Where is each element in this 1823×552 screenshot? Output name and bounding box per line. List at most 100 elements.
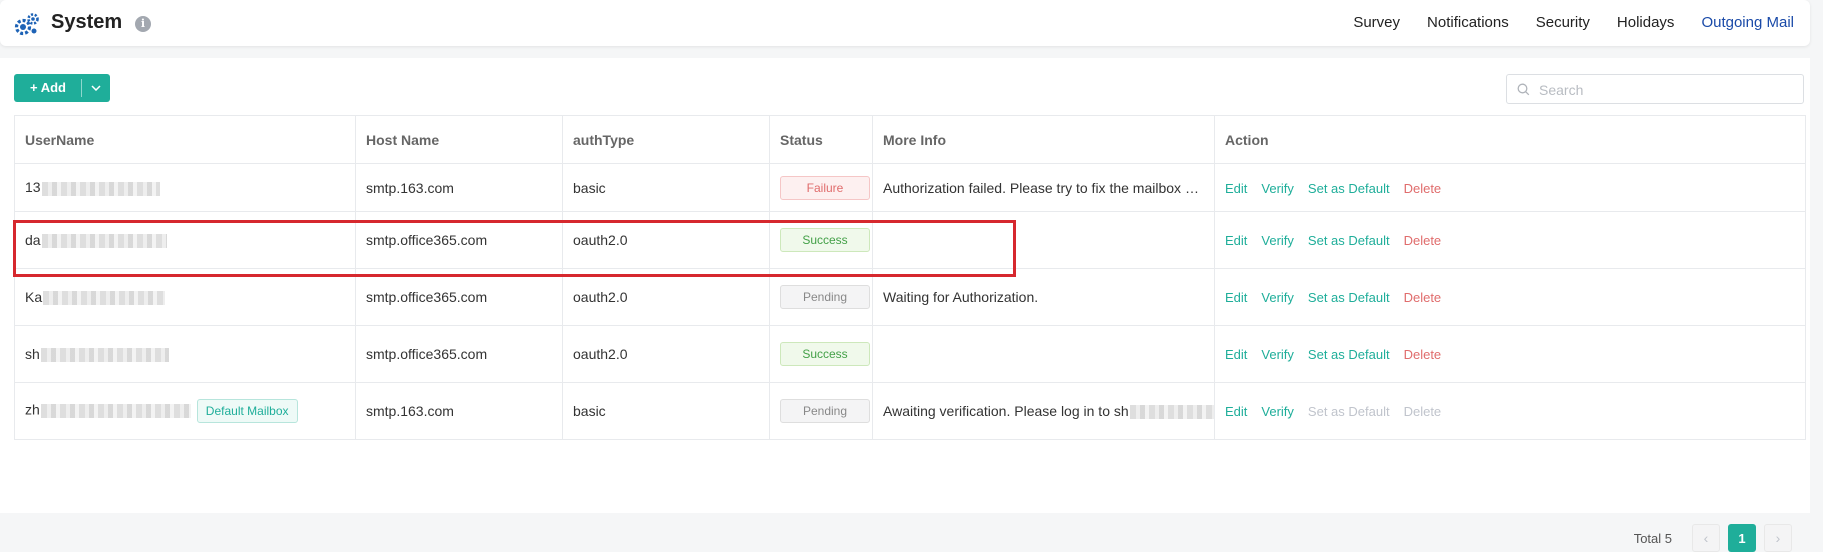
host-cell: smtp.163.com xyxy=(355,163,563,212)
host-cell: smtp.office365.com xyxy=(355,268,563,326)
chevron-right-icon: › xyxy=(1775,530,1781,546)
set-default-link[interactable]: Set as Default xyxy=(1308,347,1390,362)
action-cell: Edit Verify Set as Default Delete xyxy=(1214,211,1806,269)
auth-cell: basic xyxy=(562,382,770,440)
mailbox-table: UserName Host Name authType Status More … xyxy=(14,115,1806,440)
delete-link[interactable]: Delete xyxy=(1404,181,1442,196)
table-row: zh Default Mailbox smtp.163.com basic Pen… xyxy=(14,382,1806,440)
status-badge: Success xyxy=(780,342,870,366)
nav-security[interactable]: Security xyxy=(1536,14,1590,31)
status-cell: Failure xyxy=(769,163,873,212)
nav-survey[interactable]: Survey xyxy=(1353,14,1400,31)
set-default-link[interactable]: Set as Default xyxy=(1308,181,1390,196)
action-cell: Edit Verify Set as Default Delete xyxy=(1214,325,1806,383)
verify-link[interactable]: Verify xyxy=(1261,290,1294,305)
redacted-username xyxy=(41,181,160,196)
add-button[interactable]: + Add xyxy=(14,74,81,102)
more-info-cell xyxy=(872,211,1215,269)
delete-link[interactable]: Delete xyxy=(1404,290,1442,305)
redacted-username xyxy=(41,234,167,249)
table-row: sh smtp.office365.com oauth2.0 Success E… xyxy=(14,325,1806,383)
username-cell: sh xyxy=(14,325,356,383)
nav-notifications[interactable]: Notifications xyxy=(1427,14,1509,31)
column-header-host: Host Name xyxy=(355,115,563,164)
edit-link[interactable]: Edit xyxy=(1225,347,1247,362)
action-cell: Edit Verify Set as Default Delete xyxy=(1214,268,1806,326)
username-cell: zh Default Mailbox xyxy=(14,382,356,440)
delete-link-disabled: Delete xyxy=(1403,404,1442,419)
column-header-action: Action xyxy=(1214,115,1806,164)
status-badge: Pending xyxy=(780,399,870,423)
main-content: + Add UserName Host Name authType Status… xyxy=(0,58,1810,552)
edit-link[interactable]: Edit xyxy=(1225,181,1247,196)
search-input[interactable] xyxy=(1537,79,1796,101)
chevron-down-icon xyxy=(91,85,101,91)
status-badge: Failure xyxy=(780,175,870,200)
username-cell: 13 xyxy=(14,163,356,212)
verify-link[interactable]: Verify xyxy=(1261,181,1294,196)
column-header-more-info: More Info xyxy=(872,115,1215,164)
search-icon xyxy=(1517,83,1530,96)
action-cell: Edit Verify Set as Default Delete xyxy=(1214,382,1806,440)
prev-page-button[interactable]: ‹ xyxy=(1692,524,1720,552)
status-badge: Pending xyxy=(780,285,870,309)
username-text: sh xyxy=(25,345,40,362)
redacted-username xyxy=(43,291,166,306)
username-text: da xyxy=(25,231,41,248)
host-cell: smtp.163.com xyxy=(355,382,563,440)
set-default-link[interactable]: Set as Default xyxy=(1308,233,1390,248)
edit-link[interactable]: Edit xyxy=(1225,233,1247,248)
add-dropdown-button[interactable] xyxy=(82,74,110,102)
verify-link[interactable]: Verify xyxy=(1261,347,1294,362)
auth-cell: basic xyxy=(562,163,770,212)
edit-link[interactable]: Edit xyxy=(1225,404,1247,419)
more-info-cell: Waiting for Authorization. xyxy=(872,268,1215,326)
gears-icon xyxy=(14,13,39,36)
table-row: da smtp.office365.com oauth2.0 Success E… xyxy=(14,211,1806,269)
status-cell: Success xyxy=(769,325,873,383)
edit-link[interactable]: Edit xyxy=(1225,290,1247,305)
host-cell: smtp.office365.com xyxy=(355,325,563,383)
info-icon[interactable]: i xyxy=(135,16,151,32)
more-info-cell xyxy=(872,325,1215,383)
add-button-group: + Add xyxy=(14,74,110,102)
status-badge: Success xyxy=(780,228,870,252)
delete-link[interactable]: Delete xyxy=(1404,347,1442,362)
redacted-username xyxy=(40,404,191,418)
top-header: System i Survey Notifications Security H… xyxy=(0,0,1810,46)
set-default-link[interactable]: Set as Default xyxy=(1308,290,1390,305)
default-mailbox-badge: Default Mailbox xyxy=(196,399,298,423)
more-info-cell: Awaiting verification. Please log in to … xyxy=(872,382,1215,440)
username-cell: Ka xyxy=(14,268,356,326)
host-cell: smtp.office365.com xyxy=(355,211,563,269)
username-text: zh xyxy=(25,401,40,418)
action-cell: Edit Verify Set as Default Delete xyxy=(1214,163,1806,212)
column-header-authtype: authType xyxy=(562,115,770,164)
auth-cell: oauth2.0 xyxy=(562,211,770,269)
status-cell: Pending xyxy=(769,268,873,326)
delete-link[interactable]: Delete xyxy=(1404,233,1442,248)
next-page-button[interactable]: › xyxy=(1764,524,1792,552)
page-number-button[interactable]: 1 xyxy=(1728,524,1756,552)
column-header-status: Status xyxy=(769,115,873,164)
nav-outgoing-mail[interactable]: Outgoing Mail xyxy=(1701,14,1794,31)
auth-cell: oauth2.0 xyxy=(562,325,770,383)
chevron-left-icon: ‹ xyxy=(1703,530,1709,546)
search-box xyxy=(1506,74,1804,104)
username-cell: da xyxy=(14,211,356,269)
more-info-text: Awaiting verification. Please log in to … xyxy=(883,402,1129,419)
auth-cell: oauth2.0 xyxy=(562,268,770,326)
table-row: Ka smtp.office365.com oauth2.0 Pending W… xyxy=(14,268,1806,326)
redacted-email xyxy=(1129,405,1214,420)
top-nav: Survey Notifications Security Holidays O… xyxy=(1326,14,1794,31)
username-text: 13 xyxy=(25,179,41,196)
verify-link[interactable]: Verify xyxy=(1261,404,1294,419)
verify-link[interactable]: Verify xyxy=(1261,233,1294,248)
table-row: 13 smtp.163.com basic Failure Authorizat… xyxy=(14,163,1806,212)
set-default-link-disabled: Set as Default xyxy=(1307,404,1390,419)
nav-holidays[interactable]: Holidays xyxy=(1617,14,1675,31)
page-title: System xyxy=(51,11,123,33)
table-header-row: UserName Host Name authType Status More … xyxy=(14,115,1806,164)
status-cell: Pending xyxy=(769,382,873,440)
username-text: Ka xyxy=(25,288,43,305)
